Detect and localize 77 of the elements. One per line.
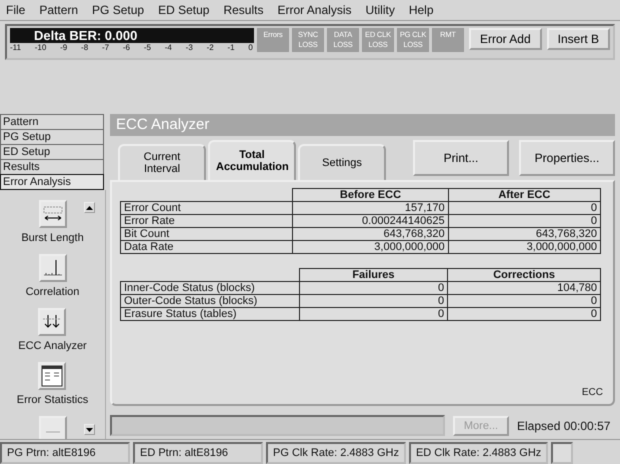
scale-label: -3 — [186, 43, 193, 53]
menu-item[interactable]: Pattern — [39, 3, 78, 17]
row-label: Data Rate — [120, 240, 293, 254]
window-icon[interactable] — [38, 362, 66, 390]
arrows-icon[interactable] — [38, 308, 66, 336]
up-arrow-icon — [86, 206, 93, 210]
tool-label[interactable]: ECC Analyzer — [18, 340, 87, 352]
tab[interactable]: Settings — [298, 144, 386, 180]
tool-label[interactable]: Error Statistics — [16, 394, 88, 406]
menu-item[interactable]: Help — [408, 3, 434, 17]
table-cell: 0.000244140625 — [292, 214, 448, 228]
scale-label: -8 — [81, 43, 88, 53]
table-cell: 3,000,000,000 — [448, 240, 600, 254]
down-arrow-icon — [86, 428, 93, 432]
menu-item[interactable]: ED Setup — [158, 3, 210, 17]
row-label: Outer-Code Status (blocks) — [120, 294, 300, 308]
table-cell: 104,780 — [448, 282, 600, 294]
table-cell: 0 — [448, 202, 600, 214]
table-cell: 157,170 — [292, 202, 448, 214]
scale-label: -7 — [102, 43, 110, 53]
table-cell: 0 — [299, 294, 448, 308]
row-label: Inner-Code Status (blocks) — [120, 282, 300, 294]
status-field: PG Ptrn: altE8196 — [0, 442, 130, 464]
scale-label: -11 — [10, 43, 21, 53]
nav-tab[interactable]: ED Setup — [0, 144, 104, 159]
nav-tab[interactable]: Error Analysis — [0, 174, 104, 190]
row-label: Error Rate — [120, 214, 293, 228]
row-label: Bit Count — [120, 228, 293, 240]
table-cell: 0 — [299, 282, 448, 294]
elapsed-time: Elapsed 00:00:57 — [517, 418, 612, 432]
tab[interactable]: Current Interval — [118, 144, 206, 180]
scale-label: -5 — [144, 43, 151, 53]
menu-item[interactable]: Utility — [366, 3, 395, 17]
nav-tab[interactable]: Results — [0, 159, 104, 174]
scale-label: -9 — [60, 43, 68, 53]
scale-label: -2 — [206, 43, 214, 53]
chart-icon[interactable] — [38, 254, 66, 282]
status-field: PG Clk Rate: 2.4883 GHz — [266, 442, 406, 464]
page-title: ECC Analyzer — [110, 114, 615, 136]
column-header: Corrections — [448, 268, 600, 282]
tool-label[interactable]: Burst Length — [21, 232, 84, 244]
ber-display: Delta BER: 0.000 — [10, 28, 254, 43]
menu-item[interactable]: PG Setup — [92, 3, 144, 17]
tab[interactable]: Total Accumulation — [208, 140, 296, 180]
scroll-up-button[interactable] — [84, 202, 95, 213]
status-icon — [551, 442, 574, 464]
menu-item[interactable]: Results — [223, 3, 264, 17]
action-button[interactable]: Print... — [413, 140, 509, 176]
toolbar-button[interactable]: Insert B — [546, 28, 610, 50]
menu-item[interactable]: Error Analysis — [277, 3, 352, 17]
action-button[interactable]: Properties... — [519, 140, 615, 176]
status-field: ED Clk Rate: 2.4883 GHz — [408, 442, 548, 464]
menu-item[interactable]: File — [6, 3, 26, 17]
table-cell: 0 — [299, 308, 448, 320]
scale-label: 0 — [248, 43, 253, 53]
status-field: ED Ptrn: altE8196 — [133, 442, 263, 464]
toolbar-button[interactable]: Error Add — [468, 28, 542, 50]
table-cell: 0 — [448, 308, 600, 320]
scale-label: -1 — [228, 43, 235, 53]
scroll-down-button[interactable] — [84, 424, 95, 435]
panel-label: ECC — [580, 387, 604, 398]
table-cell: 643,768,320 — [448, 228, 600, 240]
tool-label[interactable]: Correlation — [26, 286, 80, 298]
table-cell: 643,768,320 — [292, 228, 448, 240]
scale-label: -4 — [164, 43, 172, 53]
column-header: Failures — [299, 268, 448, 282]
column-header: Before ECC — [292, 188, 448, 202]
nav-tab[interactable]: Pattern — [0, 114, 104, 129]
row-label: Erasure Status (tables) — [120, 308, 300, 320]
table-cell: 3,000,000,000 — [292, 240, 448, 254]
table-cell: 0 — [448, 294, 600, 308]
row-label: Error Count — [120, 202, 293, 214]
scale-label: -10 — [34, 43, 46, 53]
nav-tab[interactable]: PG Setup — [0, 129, 104, 144]
column-header: After ECC — [448, 188, 600, 202]
scale-label: -6 — [122, 43, 130, 53]
table-cell: 0 — [448, 214, 600, 228]
